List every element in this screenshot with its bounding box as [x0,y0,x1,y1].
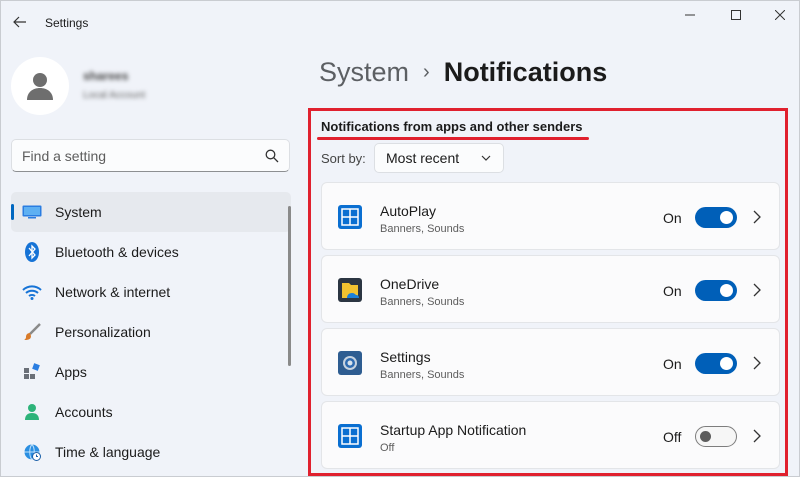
startup-app-icon [338,424,362,448]
sidebar-item-label: System [55,204,102,220]
sidebar-item-label: Bluetooth & devices [55,244,179,260]
app-notification-summary: Banners, Sounds [380,296,465,308]
account-type: Local Account [83,90,146,101]
sidebar-item-label: Personalization [55,324,151,340]
section-title: Notifications from apps and other sender… [321,119,583,134]
notification-toggle[interactable] [695,280,737,301]
wifi-icon [21,282,43,302]
app-notification-row-onedrive[interactable]: OneDrive Banners, Sounds On [321,255,780,323]
accounts-icon [21,402,43,422]
minimize-button[interactable] [667,3,713,27]
settings-gear-icon [338,351,362,375]
app-notification-row-autoplay[interactable]: AutoPlay Banners, Sounds On [321,182,780,250]
close-button[interactable] [757,3,799,27]
chevron-right-icon[interactable] [750,429,764,443]
app-notification-summary: Banners, Sounds [380,369,465,381]
sidebar-item-time-language[interactable]: Time & language [11,432,291,472]
sort-dropdown[interactable]: Most recent [374,143,504,173]
app-name: Startup App Notification [380,422,527,438]
sidebar-item-apps[interactable]: Apps [11,352,291,392]
minimize-icon [685,14,695,16]
user-icon [27,73,53,100]
chevron-right-icon[interactable] [750,356,764,370]
search-box[interactable] [11,139,290,172]
user-profile[interactable]: sharees Local Account [11,57,291,117]
autoplay-icon [338,205,362,229]
sidebar-nav: System Bluetooth & devices Network & int… [11,192,291,472]
app-notification-row-settings[interactable]: Settings Banners, Sounds On [321,328,780,396]
app-notification-summary: Off [380,442,395,454]
globe-clock-icon [21,442,43,462]
toggle-state-label: On [663,356,682,372]
system-icon [21,202,43,222]
title-bar: Settings [1,1,799,45]
notification-toggle[interactable] [695,207,737,228]
chevron-right-icon[interactable] [750,283,764,297]
breadcrumb-parent-link[interactable]: System [319,57,409,88]
selection-indicator [11,204,14,220]
app-notification-row-startup-app[interactable]: Startup App Notification Off Off [321,401,780,469]
sidebar-scrollbar[interactable] [288,206,291,366]
settings-window: Settings sharees Local Account Find a se… [0,0,800,477]
maximize-button[interactable] [713,3,759,27]
app-title: Settings [45,16,89,30]
toggle-state-label: On [663,283,682,299]
app-name: AutoPlay [380,203,437,219]
close-icon [775,10,785,20]
app-name: Settings [380,349,431,365]
maximize-icon [731,10,741,20]
sort-label: Sort by: [321,151,366,166]
search-icon[interactable] [265,149,279,163]
breadcrumb: System › Notifications [319,57,607,88]
apps-icon [21,362,43,382]
sidebar-item-system[interactable]: System [11,192,291,232]
brush-icon [21,322,43,342]
user-name: sharees [83,69,129,83]
sort-value: Most recent [386,150,460,166]
search-input[interactable] [22,147,262,164]
sidebar-item-label: Accounts [55,404,113,420]
toggle-state-label: Off [663,429,682,445]
sidebar-item-network[interactable]: Network & internet [11,272,291,312]
sidebar-item-personalization[interactable]: Personalization [11,312,291,352]
page-title: Notifications [443,57,608,87]
chevron-right-icon: › [423,61,430,83]
sidebar-item-label: Network & internet [55,284,171,300]
app-name: OneDrive [380,276,440,292]
notification-toggle[interactable] [695,426,737,447]
app-notification-summary: Banners, Sounds [380,223,465,235]
sidebar-item-bluetooth[interactable]: Bluetooth & devices [11,232,291,272]
arrow-left-icon [13,16,26,28]
bluetooth-icon [21,242,43,262]
notification-toggle[interactable] [695,353,737,374]
sidebar-item-accounts[interactable]: Accounts [11,392,291,432]
sidebar-item-label: Apps [55,364,87,380]
avatar [11,57,69,115]
highlight-underline [317,137,589,140]
back-button[interactable] [9,11,31,33]
chevron-down-icon [481,155,491,161]
onedrive-icon [338,278,362,302]
chevron-right-icon[interactable] [750,210,764,224]
toggle-state-label: On [663,210,682,226]
sidebar-item-label: Time & language [55,444,161,460]
